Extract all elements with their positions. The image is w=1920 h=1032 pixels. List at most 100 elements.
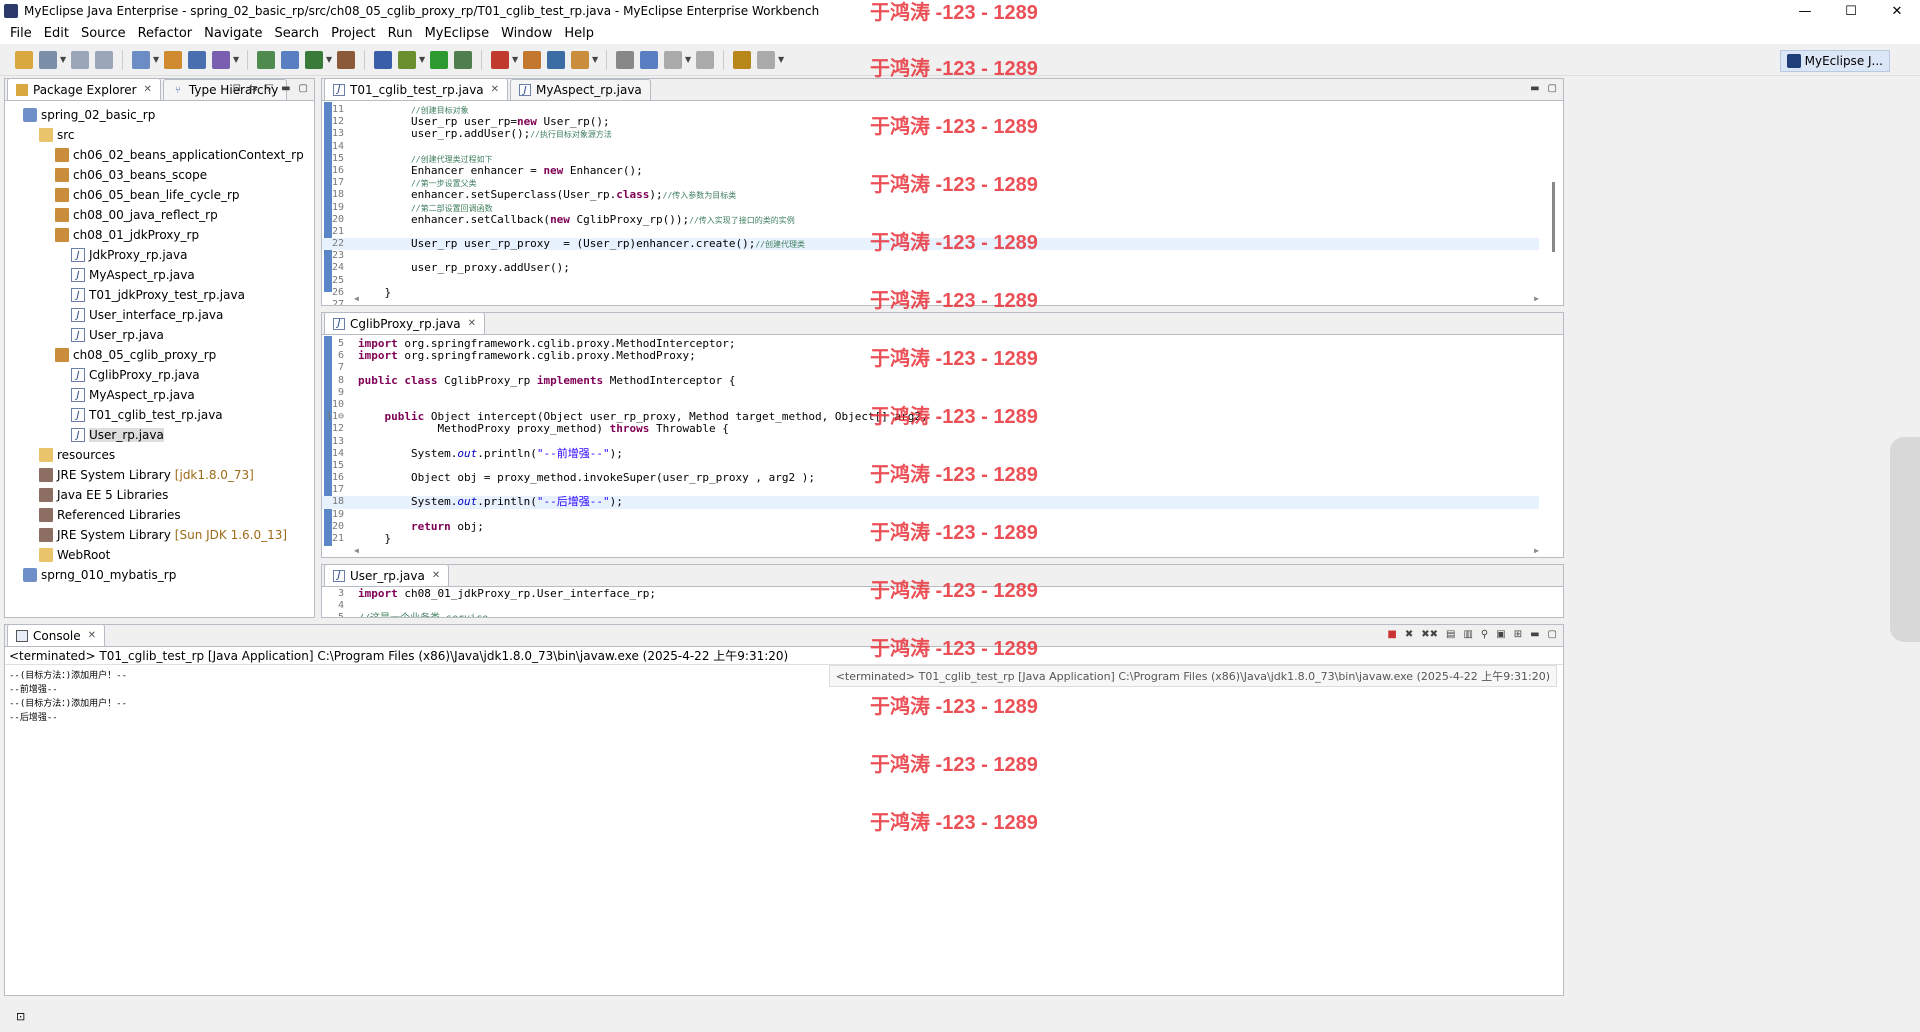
db-explorer-icon[interactable]	[523, 50, 541, 69]
tree-item[interactable]: ch08_00_java_reflect_rp	[5, 205, 314, 225]
back-icon[interactable]	[733, 50, 751, 69]
tree-item[interactable]: J JdkProxy_rp.java	[5, 245, 314, 265]
minimize-view-icon[interactable]: ▬	[1530, 629, 1539, 640]
close-button[interactable]: ✕	[1874, 0, 1920, 22]
image-tool-icon[interactable]	[616, 50, 634, 69]
tree-item[interactable]: ch06_05_bean_life_cycle_rp	[5, 185, 314, 205]
tab-cglibproxy[interactable]: J CglibProxy_rp.java ✕	[324, 312, 486, 334]
code-line[interactable]: 25	[322, 275, 1539, 287]
tree-item[interactable]: JRE System Library [Sun JDK 1.6.0_13]	[5, 525, 314, 545]
view-menu-icon[interactable]: ▽	[265, 83, 273, 94]
menu-source[interactable]: Source	[75, 26, 132, 41]
debug-icon[interactable]	[398, 50, 416, 69]
menu-window[interactable]: Window	[495, 26, 558, 41]
code-line[interactable]: 14	[322, 141, 1539, 153]
menu-navigate[interactable]: Navigate	[198, 26, 268, 41]
chevron-down-icon[interactable]: ▼	[778, 51, 786, 69]
tab-user-rp[interactable]: J User_rp.java ✕	[324, 564, 450, 586]
collapse-all-icon[interactable]: ⊟	[233, 83, 241, 94]
coverage-icon[interactable]	[454, 50, 472, 69]
menu-help[interactable]: Help	[558, 26, 600, 41]
menu-file[interactable]: File	[4, 26, 38, 41]
tree-item[interactable]: JRE System Library [jdk1.8.0_73]	[5, 465, 314, 485]
code-editor[interactable]: 3 import ch08_01_jdkProxy_rp.User_interfa…	[322, 588, 1563, 617]
maximize-view-icon[interactable]: ▢	[1548, 83, 1557, 94]
tree-item[interactable]: J T01_cglib_test_rp.java	[5, 405, 314, 425]
tree-item[interactable]: ch06_02_beans_applicationContext_rp	[5, 145, 314, 165]
remove-launch-icon[interactable]: ✖	[1405, 629, 1413, 640]
code-editor[interactable]: 5 import org.springframework.cglib.proxy.…	[322, 336, 1563, 557]
code-line[interactable]: 24 user_rp_proxy.addUser();	[322, 262, 1539, 274]
code-line[interactable]: 5//这是一个业务类,service	[322, 612, 1539, 617]
code-line[interactable]: 18 System.out.println("--后增强--");	[322, 496, 1539, 509]
display-console-icon[interactable]: ▣	[1496, 629, 1505, 640]
code-line[interactable]: 22 User_rp user_rp_proxy = (User_rp)enha…	[322, 237, 1539, 251]
maximize-view-icon[interactable]: ▢	[299, 83, 308, 94]
new-icon[interactable]	[15, 50, 33, 69]
menu-run[interactable]: Run	[382, 26, 419, 41]
tree-item[interactable]: resources	[5, 445, 314, 465]
horizontal-scrollbar[interactable]: ◀ ▶	[354, 543, 1539, 557]
remove-all-icon[interactable]: ✖✖	[1421, 629, 1438, 640]
close-icon[interactable]: ✕	[144, 84, 152, 95]
tab-console[interactable]: Console ✕	[7, 624, 106, 646]
chevron-down-icon[interactable]: ▼	[326, 51, 334, 69]
chevron-down-icon[interactable]: ▼	[592, 51, 600, 69]
chevron-down-icon[interactable]: ▼	[153, 51, 161, 69]
open-console-icon[interactable]: ⊞	[1514, 629, 1522, 640]
code-line[interactable]: 19	[322, 509, 1539, 521]
perspective-switcher[interactable]: MyEclipse J...	[1779, 50, 1890, 72]
save-icon[interactable]	[39, 50, 57, 69]
code-line[interactable]: 14 System.out.println("--前增强--");	[322, 447, 1539, 460]
chevron-down-icon[interactable]: ▼	[233, 51, 241, 69]
tree-item[interactable]: J User_rp.java	[5, 325, 314, 345]
tree-item[interactable]: J MyAspect_rp.java	[5, 385, 314, 405]
tree-item[interactable]: spring_02_basic_rp	[5, 105, 314, 125]
code-line[interactable]: 4	[322, 600, 1539, 612]
chevron-down-icon[interactable]: ▼	[512, 51, 520, 69]
code-line[interactable]: 13	[322, 436, 1539, 448]
run-server-icon[interactable]	[305, 50, 323, 69]
close-icon[interactable]: ✕	[432, 570, 440, 581]
code-line[interactable]: 20 return obj;	[322, 520, 1539, 533]
report-icon[interactable]	[571, 50, 589, 69]
run-icon[interactable]	[430, 50, 448, 69]
code-line[interactable]: 16 Enhancer enhancer = new Enhancer();	[322, 164, 1539, 177]
new-wizard-icon[interactable]	[132, 50, 150, 69]
class-icon[interactable]	[188, 50, 206, 69]
run-external-icon[interactable]	[491, 50, 509, 69]
tree-item[interactable]: WebRoot	[5, 545, 314, 565]
menu-edit[interactable]: Edit	[38, 26, 75, 41]
chevron-down-icon[interactable]: ▼	[419, 51, 427, 69]
code-line[interactable]: 19 //第二部设置回调函数	[322, 202, 1539, 214]
horizontal-scrollbar[interactable]: ◀ ▶	[354, 291, 1539, 305]
java-perspective-icon[interactable]	[640, 50, 658, 69]
tree-item[interactable]: J User_interface_rp.java	[5, 305, 314, 325]
clear-console-icon[interactable]: ▤	[1446, 629, 1455, 640]
maximize-view-icon[interactable]: ▢	[1548, 629, 1557, 640]
tree-item[interactable]: src	[5, 125, 314, 145]
close-icon[interactable]: ✕	[491, 84, 499, 95]
menu-refactor[interactable]: Refactor	[132, 26, 199, 41]
code-line[interactable]: 18 enhancer.setSuperclass(User_rp.class)…	[322, 189, 1539, 201]
close-icon[interactable]: ✕	[88, 630, 96, 641]
tree-item[interactable]: Java EE 5 Libraries	[5, 485, 314, 505]
maximize-button[interactable]: ☐	[1828, 0, 1874, 22]
prev-annotation-icon[interactable]	[664, 50, 682, 69]
code-line[interactable]: 7	[322, 362, 1539, 374]
tab-t01-cglib-test[interactable]: J T01_cglib_test_rp.java ✕	[324, 78, 509, 100]
code-line[interactable]: 3 import ch08_01_jdkProxy_rp.User_interfa…	[322, 588, 1539, 600]
tree-item[interactable]: Referenced Libraries	[5, 505, 314, 525]
minimize-view-icon[interactable]: ▬	[1530, 83, 1539, 94]
code-line[interactable]: 16 Object obj = proxy_method.invokeSuper…	[322, 471, 1539, 484]
tree-item[interactable]: J MyAspect_rp.java	[5, 265, 314, 285]
next-annotation-icon[interactable]	[696, 50, 714, 69]
scroll-lock-icon[interactable]: ▥	[1463, 629, 1472, 640]
add-server-icon[interactable]	[547, 50, 565, 69]
save-all-icon[interactable]	[71, 50, 89, 69]
chevron-down-icon[interactable]: ▼	[60, 51, 68, 69]
tree-item[interactable]: sprng_010_mybatis_rp	[5, 565, 314, 585]
run-config-icon[interactable]	[257, 50, 275, 69]
code-line[interactable]: 12 MethodProxy proxy_method) throws Thro…	[322, 423, 1539, 435]
print-icon[interactable]	[95, 50, 113, 69]
